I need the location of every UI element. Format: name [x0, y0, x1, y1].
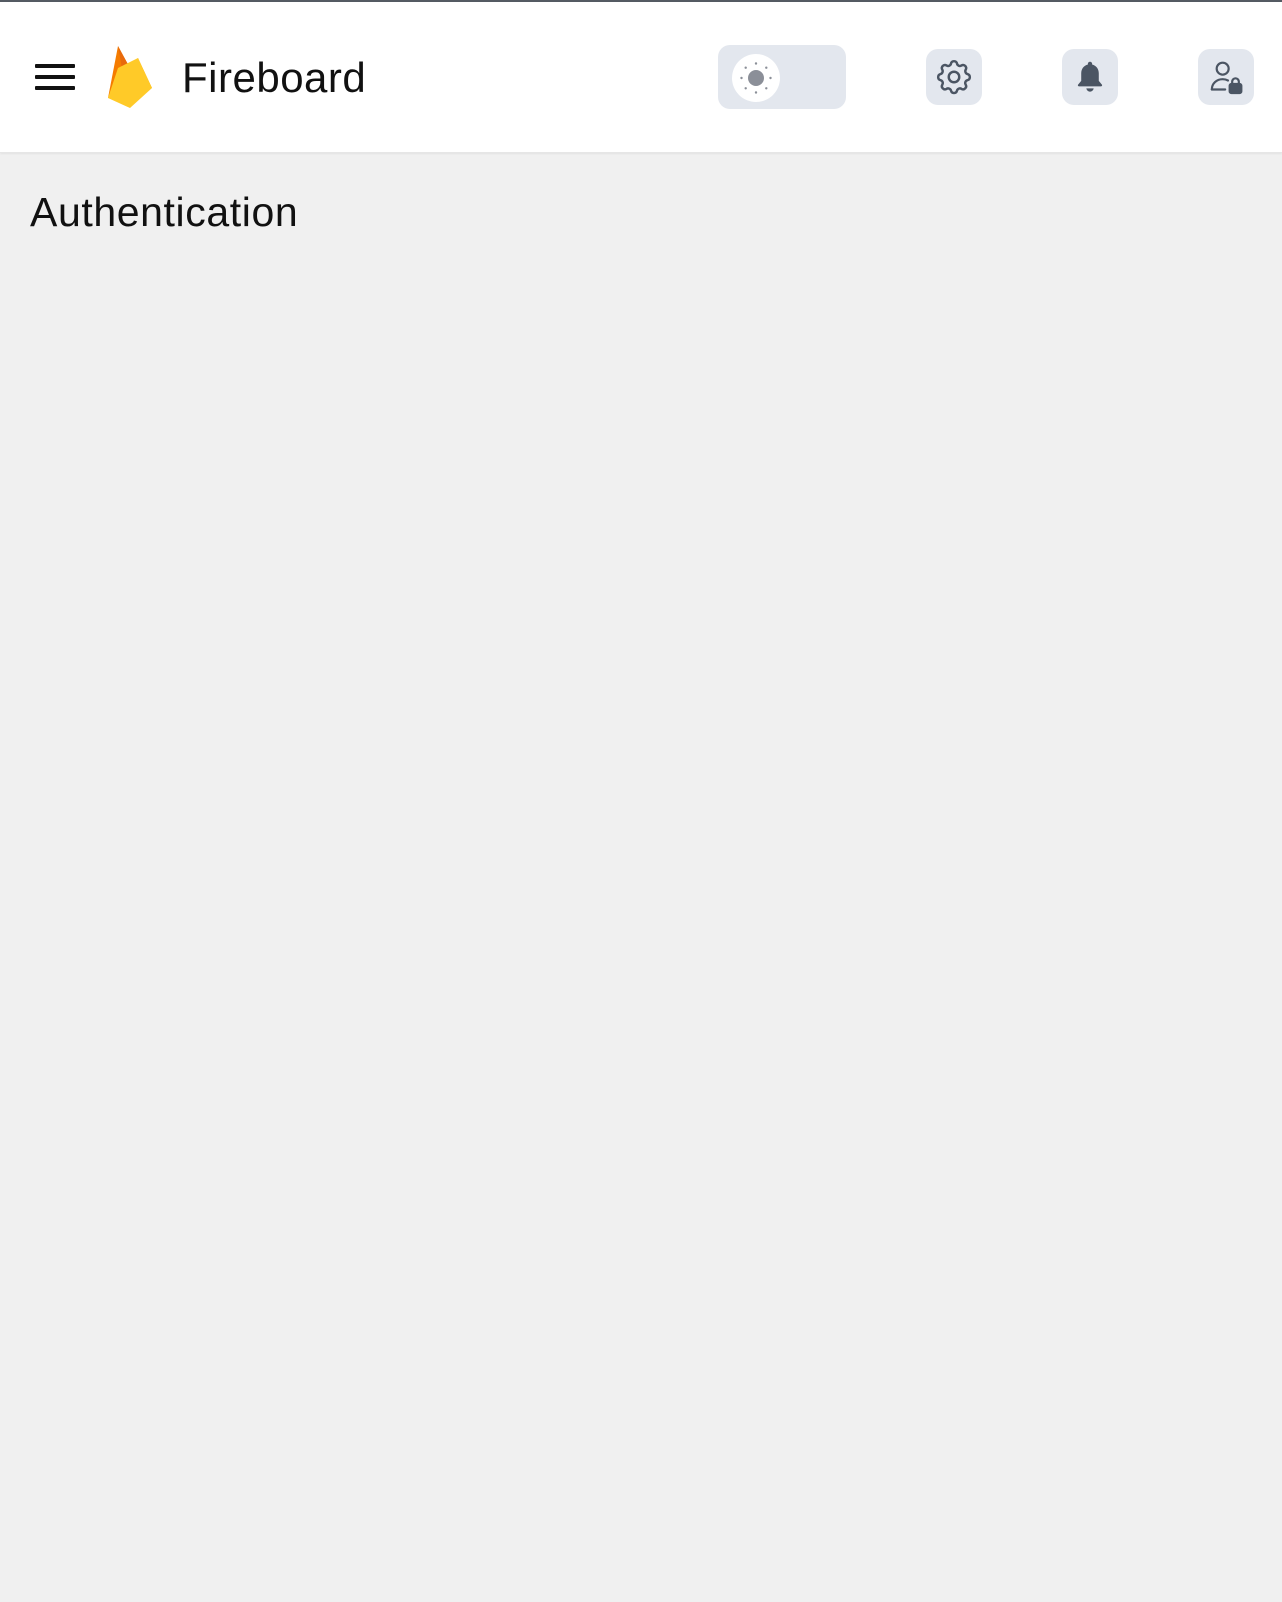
- bell-icon: [1077, 61, 1103, 92]
- notifications-button[interactable]: [1062, 49, 1118, 105]
- sun-icon: [740, 62, 772, 94]
- gear-icon: [936, 59, 972, 95]
- user-lock-icon: [1210, 61, 1243, 95]
- firebase-logo-icon: [108, 46, 152, 108]
- settings-button[interactable]: [926, 49, 982, 105]
- theme-toggle[interactable]: [718, 45, 846, 109]
- menu-button[interactable]: [30, 52, 80, 102]
- theme-toggle-knob: [732, 54, 780, 102]
- main-content: [0, 153, 1282, 1602]
- account-button[interactable]: [1198, 49, 1254, 105]
- page-title: Authentication: [30, 189, 299, 235]
- hamburger-menu-icon: [35, 64, 75, 90]
- app-header: Fireboard: [0, 2, 1282, 153]
- app-title: Fireboard: [182, 54, 367, 101]
